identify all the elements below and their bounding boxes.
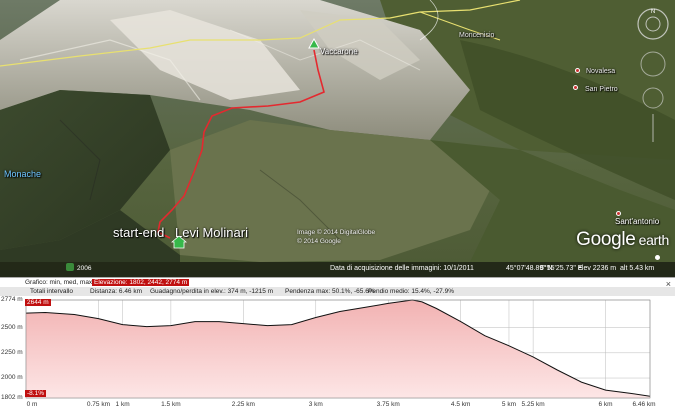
x-tick-label: 0.75 km bbox=[86, 401, 110, 408]
map-view[interactable]: N Moncenisio Vaccarone Novalesa San Piet… bbox=[0, 0, 675, 277]
stat-slope-max: Pendenza max: 50.1%, -65.6% bbox=[285, 288, 375, 295]
town-marker-icon bbox=[575, 68, 580, 73]
elevation-profile-panel: Grafico: min, med, max Elevazione: 1802,… bbox=[0, 277, 675, 409]
label-monache[interactable]: Monache bbox=[4, 169, 41, 179]
acquisition-date: Data di acquisizione delle immagini: 10/… bbox=[330, 265, 474, 272]
label-moncenisio: Moncenisio bbox=[459, 32, 495, 39]
x-tick-label: 5.25 km bbox=[521, 401, 545, 408]
cursor-slope-tag: -8.1% bbox=[25, 390, 46, 397]
label-sant-antonio: Sant'antonio bbox=[615, 217, 660, 226]
historical-imagery-badge[interactable]: 2006 bbox=[66, 263, 91, 272]
label-start-end[interactable]: start-end bbox=[113, 225, 164, 240]
profile-header: Grafico: min, med, max Elevazione: 1802,… bbox=[0, 278, 675, 289]
label-novalesa: Novalesa bbox=[586, 68, 616, 75]
stat-gain: Guadagno/perdita in elev.: 374 m, -1215 … bbox=[150, 288, 274, 295]
x-tick-label: 6 km bbox=[598, 401, 613, 408]
graph-mode-label[interactable]: Grafico: min, med, max bbox=[25, 279, 92, 286]
profile-stats: Totali intervallo Distanza: 6.46 km Guad… bbox=[0, 287, 675, 296]
x-tick-label: 4.5 km bbox=[450, 401, 471, 408]
svg-text:N: N bbox=[651, 9, 655, 15]
google-earth-logo: Google earth bbox=[576, 229, 669, 250]
stat-slope-avg: Pendio medio: 15.4%, -27.9% bbox=[368, 288, 454, 295]
summit-marker-icon[interactable] bbox=[308, 38, 320, 50]
cursor-elevation-tag: 2644 m bbox=[25, 299, 51, 306]
x-tick-label: 1.5 km bbox=[161, 401, 181, 408]
elevation-chart[interactable]: 2774 m 2500 m 2250 m 2000 m 1802 m 0 m 0.75 k… bbox=[0, 296, 675, 409]
y-tick-label: 2500 m bbox=[1, 323, 23, 331]
town-marker-icon bbox=[616, 211, 621, 216]
stat-totals: Totali intervallo bbox=[30, 288, 73, 295]
x-tick-label: 3.75 km bbox=[376, 401, 400, 408]
elevation-chart-svg bbox=[25, 299, 651, 399]
town-marker-icon bbox=[655, 255, 660, 260]
status-bar: Data di acquisizione delle immagini: 10/… bbox=[0, 262, 675, 277]
clock-icon bbox=[66, 263, 74, 271]
elevation-area bbox=[26, 300, 650, 398]
label-san-pietro: San Pietro bbox=[585, 86, 618, 93]
altitude-readout: alt 5.43 km bbox=[620, 265, 655, 272]
navigation-controls[interactable]: N bbox=[635, 4, 671, 144]
imagery-copyright: Image © 2014 DigitalGlobe © 2014 Google bbox=[297, 229, 376, 245]
stat-distance: Distanza: 6.46 km bbox=[90, 288, 143, 295]
x-tick-label: 3 km bbox=[308, 401, 323, 408]
y-tick-label: 2774 m bbox=[1, 296, 23, 303]
refuge-home-icon[interactable] bbox=[171, 235, 187, 249]
y-tick-label: 1802 m bbox=[1, 394, 23, 401]
town-marker-icon bbox=[573, 85, 578, 90]
y-tick-label: 2000 m bbox=[1, 374, 23, 382]
elevation-readout: elev 2236 m bbox=[578, 265, 617, 272]
x-tick-label: 1 km bbox=[115, 401, 130, 408]
x-tick-label: 2.25 km bbox=[231, 401, 255, 408]
longitude-readout: 6°55'25.73" E bbox=[540, 265, 583, 272]
x-tick-label: 5 km bbox=[501, 401, 517, 408]
x-tick-label: 0 m bbox=[26, 401, 38, 408]
elevation-summary: Elevazione: 1802, 2442, 2774 m bbox=[92, 279, 190, 286]
y-tick-label: 2250 m bbox=[1, 348, 23, 356]
label-vaccarone[interactable]: Vaccarone bbox=[320, 47, 358, 56]
x-tick-label: 6.46 km bbox=[632, 401, 656, 408]
